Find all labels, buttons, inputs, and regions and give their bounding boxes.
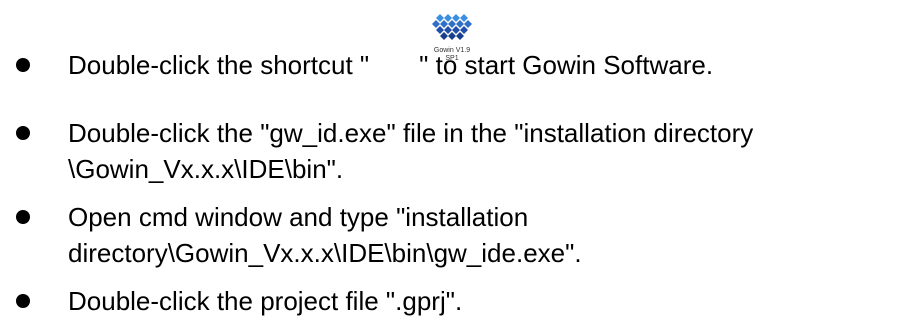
list-item-text: Double-click the project file ".gprj". [68,286,463,316]
shortcut-caption: SP1 [445,55,458,62]
bullet-dot [16,126,30,140]
list-item-line: Double-click the project file ".gprj". [68,284,462,318]
bullet-list: Double-click the shortcut " " to start Go… [0,0,913,323]
gowin-shortcut-icon: Gowin V1.9 SP1 [432,14,472,62]
list-item-text: Open cmd window and type "installation [68,202,529,232]
bullet-dot [16,58,30,72]
list-item-line: \Gowin_Vx.x.x\IDE\bin". [68,152,343,186]
list-item-text: Double-click the shortcut " [68,50,370,80]
list-item-text: Double-click the "gw_id.exe" file in the… [68,118,754,148]
shortcut-caption: Gowin V1.9 [434,47,470,54]
gowin-logo-icon [432,14,472,40]
list-item-line: Double-click the shortcut " " to start Go… [68,48,713,82]
list-item-line: directory\Gowin_Vx.x.x\IDE\bin\gw_ide.ex… [68,236,582,270]
bullet-dot [16,210,30,224]
bullet-dot [16,294,30,308]
list-item-text: \Gowin_Vx.x.x\IDE\bin". [68,154,344,184]
list-item-line: Double-click the "gw_id.exe" file in the… [68,116,753,150]
list-item-line: Open cmd window and type "installation [68,200,528,234]
list-item-text: directory\Gowin_Vx.x.x\IDE\bin\gw_ide.ex… [68,238,582,268]
